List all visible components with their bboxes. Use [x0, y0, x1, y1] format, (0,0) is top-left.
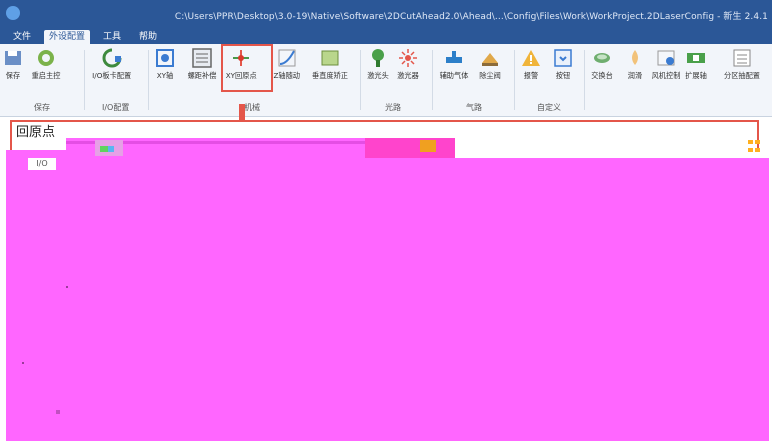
corrupted-chunk [365, 138, 455, 158]
aux-gas-icon [443, 47, 465, 69]
artifact-dot [22, 362, 24, 364]
group-label-gas: 气路 [466, 103, 482, 112]
pitch-compensation-button[interactable]: 螺距补偿 [186, 47, 218, 82]
aux-gas-button[interactable]: 辅助气体 [438, 47, 470, 82]
corner-marker [748, 140, 760, 158]
extend-axis-icon [685, 47, 707, 69]
button-icon [552, 47, 574, 69]
corrupted-render-area [6, 158, 769, 441]
laser-head-icon [367, 47, 389, 69]
group-label-mechanical: 机械 [244, 103, 260, 112]
laser-button[interactable]: 激光器 [396, 47, 420, 82]
tab-help[interactable]: 帮助 [134, 30, 162, 44]
group-divider [432, 50, 433, 110]
window-title: C:\Users\PPR\Desktop\3.0-19\Native\Softw… [174, 12, 768, 22]
z-follow-icon [276, 47, 298, 69]
pitch-comp-icon [191, 47, 213, 69]
dust-valve-button[interactable]: 除尘阀 [478, 47, 502, 82]
io-board-icon [101, 47, 123, 69]
ribbon-toolbar: 保存 重启主控 I/O板卡配置 XY轴 螺距补偿 XY回原点 Z轴随动 垂直度矫… [0, 44, 772, 117]
corrupted-chunk [420, 140, 436, 152]
lubrication-button[interactable]: 润滑 [624, 47, 646, 82]
io-board-config-button[interactable]: I/O板卡配置 [90, 47, 133, 82]
marker-block [755, 148, 760, 152]
highlight-box [221, 44, 273, 92]
fan-control-button[interactable]: 风机控制 [650, 47, 682, 82]
alarm-icon [520, 47, 542, 69]
exchange-table-icon [591, 47, 613, 69]
group-label-custom: 自定义 [537, 103, 561, 112]
menu-tab-strip: 文件 外设配置 工具 帮助 [0, 28, 772, 44]
marker-block [755, 140, 760, 144]
z-follow-button[interactable]: Z轴随动 [272, 47, 301, 82]
perpendicular-icon [319, 47, 341, 69]
group-divider [84, 50, 85, 110]
fan-control-icon [655, 47, 677, 69]
tab-file[interactable]: 文件 [8, 30, 36, 44]
group-label-optical: 光路 [385, 103, 401, 112]
tab-tools[interactable]: 工具 [98, 30, 126, 44]
restart-icon [35, 47, 57, 69]
dust-valve-icon [479, 47, 501, 69]
io-side-label: I/O [28, 158, 56, 170]
button-config-button[interactable]: 按钮 [552, 47, 574, 82]
perpendicular-correction-button[interactable]: 垂直度矫正 [310, 47, 350, 82]
title-bar: C:\Users\PPR\Desktop\3.0-19\Native\Softw… [0, 0, 772, 28]
group-divider [360, 50, 361, 110]
lubrication-icon [624, 47, 646, 69]
zone-config-button[interactable]: 分区抽配置 [722, 47, 762, 82]
save-button[interactable]: 保存 [2, 47, 24, 82]
group-divider [584, 50, 585, 110]
xy-axis-button[interactable]: XY轴 [154, 47, 176, 82]
alarm-button[interactable]: 报警 [520, 47, 542, 82]
group-label-save: 保存 [34, 103, 50, 112]
marker-block [748, 148, 753, 152]
xy-axis-icon [154, 47, 176, 69]
app-logo-icon [6, 6, 20, 20]
artifact-dot [66, 286, 68, 288]
laser-head-button[interactable]: 激光头 [366, 47, 390, 82]
artifact-dot [56, 410, 60, 414]
corrupted-chunk [108, 146, 114, 152]
tab-peripheral-config[interactable]: 外设配置 [44, 30, 91, 44]
save-icon [2, 47, 24, 69]
restart-controller-button[interactable]: 重启主控 [30, 47, 62, 82]
zone-config-icon [731, 47, 753, 69]
laser-icon [397, 47, 419, 69]
window-bottom-edge [0, 441, 772, 447]
group-divider [514, 50, 515, 110]
exchange-table-button[interactable]: 交换台 [590, 47, 614, 82]
corrupted-chunk [100, 146, 108, 152]
panel-title: 回原点 [16, 125, 56, 140]
group-label-io: I/O配置 [102, 103, 130, 112]
extend-axis-button[interactable]: 扩展轴 [684, 47, 708, 82]
marker-block [748, 140, 753, 144]
group-divider [148, 50, 149, 110]
